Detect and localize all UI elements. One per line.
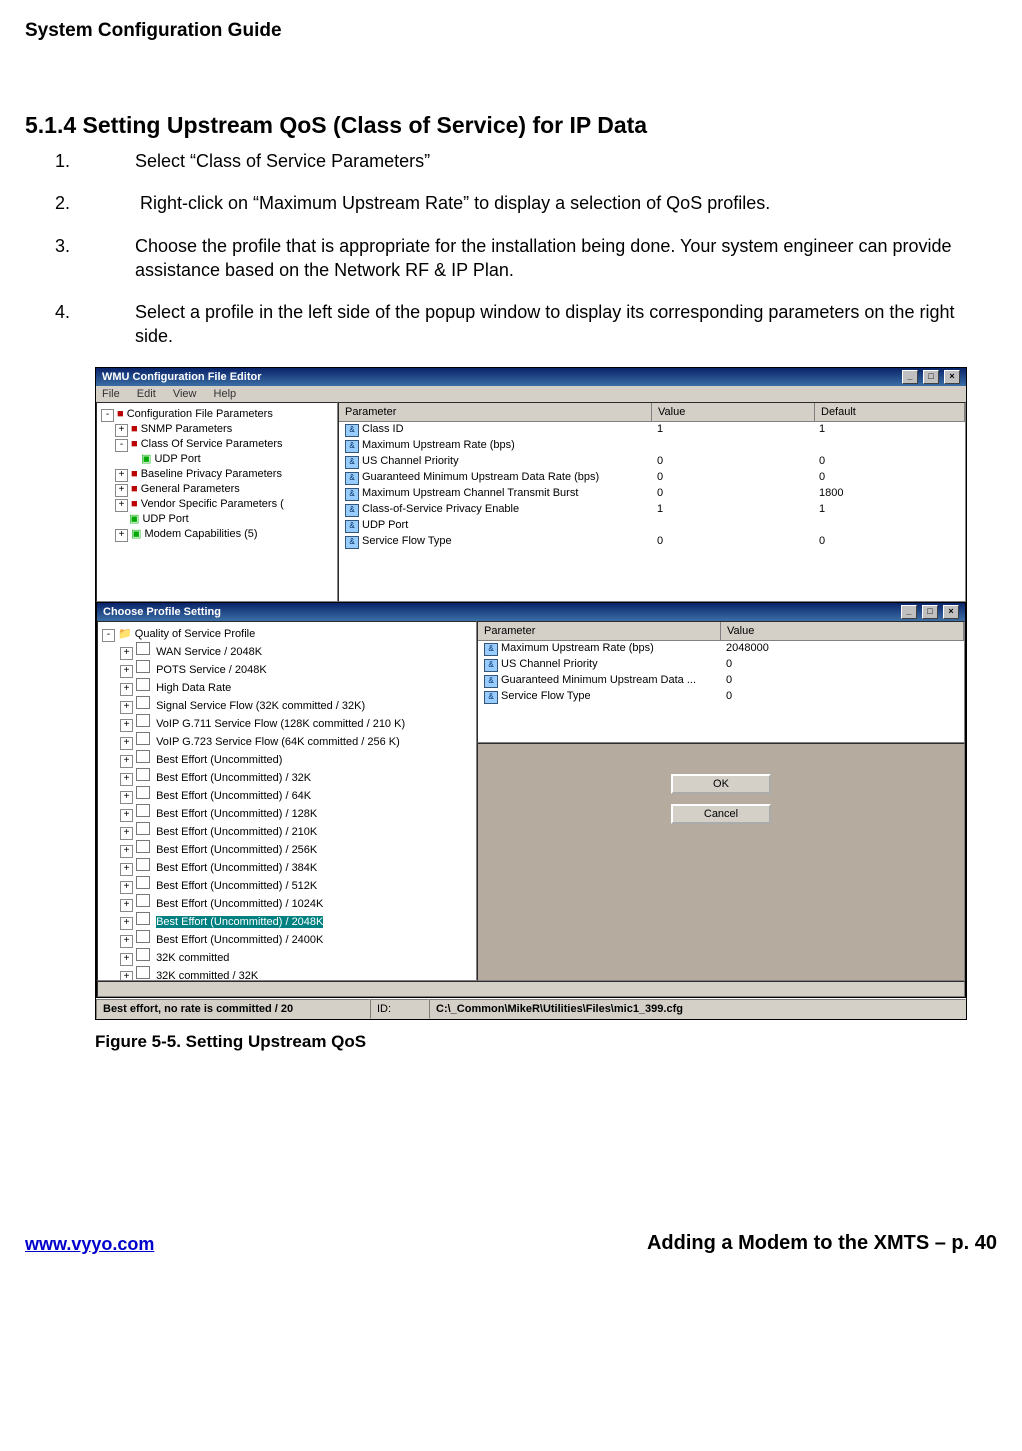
section-number: 5.1.4 <box>25 112 76 138</box>
statusbar: Best effort, no rate is committed / 20 I… <box>96 998 966 1019</box>
profile-item[interactable]: + Best Effort (Uncommitted) / 512K <box>102 876 472 894</box>
profile-item[interactable]: + VoIP G.723 Service Flow (64K committed… <box>102 732 472 750</box>
main-title: WMU Configuration File Editor <box>102 371 261 383</box>
cancel-button[interactable]: Cancel <box>671 804 771 824</box>
table-row[interactable]: &Maximum Upstream Rate (bps) <box>339 438 965 454</box>
profile-item[interactable]: + Best Effort (Uncommitted) / 64K <box>102 786 472 804</box>
profile-item[interactable]: + Best Effort (Uncommitted) / 2400K <box>102 930 472 948</box>
table-row[interactable]: &Maximum Upstream Rate (bps)2048000 <box>478 641 964 657</box>
table-row[interactable]: &US Channel Priority0 <box>478 657 964 673</box>
menu-file[interactable]: File <box>102 388 120 400</box>
profile-item[interactable]: + 32K committed <box>102 948 472 966</box>
table-row[interactable]: &Service Flow Type0 <box>478 689 964 705</box>
close-icon[interactable]: × <box>944 370 960 384</box>
status-id-label: ID: <box>370 999 429 1019</box>
window-controls[interactable]: _ □ × <box>900 370 960 384</box>
minimize-icon[interactable]: _ <box>902 370 918 384</box>
profile-item[interactable]: + Best Effort (Uncommitted) / 210K <box>102 822 472 840</box>
footer-page: Adding a Modem to the XMTS – p. 40 <box>647 1232 997 1255</box>
profile-title: Choose Profile Setting <box>103 606 221 618</box>
status-path: C:\_Common\MikeR\Utilities\Files\mic1_39… <box>429 999 966 1019</box>
profile-item[interactable]: + High Data Rate <box>102 678 472 696</box>
running-header: System Configuration Guide <box>25 20 997 42</box>
profile-item[interactable]: + Best Effort (Uncommitted) / 1024K <box>102 894 472 912</box>
param-table[interactable]: Parameter Value Default &Class ID11&Maxi… <box>338 402 966 602</box>
section-title: Setting Upstream QoS (Class of Service) … <box>83 112 648 138</box>
ok-button[interactable]: OK <box>671 774 771 794</box>
footer-url[interactable]: www.vyyo.com <box>25 1234 154 1255</box>
maximize-icon[interactable]: □ <box>922 605 938 619</box>
profile-param-table[interactable]: Parameter Value &Maximum Upstream Rate (… <box>477 621 965 743</box>
step-3: 3.Choose the profile that is appropriate… <box>95 234 997 283</box>
profile-window-controls[interactable]: _ □ × <box>899 605 959 619</box>
profile-item[interactable]: + Best Effort (Uncommitted) / 256K <box>102 840 472 858</box>
profile-item[interactable]: + POTS Service / 2048K <box>102 660 472 678</box>
step-2: 2. Right-click on “Maximum Upstream Rate… <box>95 191 997 215</box>
table-row[interactable]: &Guaranteed Minimum Upstream Data Rate (… <box>339 470 965 486</box>
menubar[interactable]: File Edit View Help <box>96 386 966 402</box>
table-row[interactable]: &UDP Port <box>339 518 965 534</box>
menu-help[interactable]: Help <box>214 388 237 400</box>
profile-item[interactable]: + WAN Service / 2048K <box>102 642 472 660</box>
profile-item[interactable]: + 32K committed / 32K <box>102 966 472 981</box>
close-icon[interactable]: × <box>943 605 959 619</box>
table-row[interactable]: &US Channel Priority00 <box>339 454 965 470</box>
status-left: Best effort, no rate is committed / 20 <box>96 999 370 1019</box>
profile-item[interactable]: + Best Effort (Uncommitted) <box>102 750 472 768</box>
step-1: 1.Select “Class of Service Parameters” <box>95 149 997 173</box>
minimize-icon[interactable]: _ <box>901 605 917 619</box>
empty-panel: OK Cancel <box>477 743 965 981</box>
config-tree[interactable]: -■ Configuration File Parameters +■ SNMP… <box>96 402 338 602</box>
screenshot: WMU Configuration File Editor _ □ × File… <box>95 367 997 1020</box>
col-value[interactable]: Value <box>652 403 815 421</box>
steps-list: 1.Select “Class of Service Parameters” 2… <box>95 149 997 349</box>
profile-item[interactable]: + Best Effort (Uncommitted) / 32K <box>102 768 472 786</box>
table-row[interactable]: &Class-of-Service Privacy Enable11 <box>339 502 965 518</box>
figure-caption: Figure 5-5. Setting Upstream QoS <box>95 1032 997 1052</box>
col-default[interactable]: Default <box>815 403 965 421</box>
profile-item[interactable]: + Best Effort (Uncommitted) / 2048K <box>102 912 472 930</box>
col-value[interactable]: Value <box>721 622 964 640</box>
section-heading: 5.1.4 Setting Upstream QoS (Class of Ser… <box>25 112 997 139</box>
step-4: 4.Select a profile in the left side of t… <box>95 300 997 349</box>
profile-titlebar[interactable]: Choose Profile Setting _ □ × <box>97 603 965 621</box>
profile-window: Choose Profile Setting _ □ × -📁 Quality … <box>96 602 966 998</box>
menu-edit[interactable]: Edit <box>137 388 156 400</box>
profile-item[interactable]: + VoIP G.711 Service Flow (128K committe… <box>102 714 472 732</box>
col-parameter[interactable]: Parameter <box>339 403 652 421</box>
table-row[interactable]: &Class ID11 <box>339 422 965 438</box>
page-footer: www.vyyo.com Adding a Modem to the XMTS … <box>25 1232 997 1255</box>
table-row[interactable]: &Maximum Upstream Channel Transmit Burst… <box>339 486 965 502</box>
profile-item[interactable]: + Best Effort (Uncommitted) / 384K <box>102 858 472 876</box>
menu-view[interactable]: View <box>173 388 197 400</box>
table-row[interactable]: &Service Flow Type00 <box>339 534 965 550</box>
main-titlebar[interactable]: WMU Configuration File Editor _ □ × <box>96 368 966 386</box>
horizontal-scrollbar[interactable] <box>97 981 965 997</box>
profile-item[interactable]: + Signal Service Flow (32K committed / 3… <box>102 696 472 714</box>
table-row[interactable]: &Guaranteed Minimum Upstream Data ...0 <box>478 673 964 689</box>
main-window: WMU Configuration File Editor _ □ × File… <box>95 367 967 1020</box>
profile-tree[interactable]: -📁 Quality of Service Profile + WAN Serv… <box>97 621 477 981</box>
profile-item[interactable]: + Best Effort (Uncommitted) / 128K <box>102 804 472 822</box>
col-parameter[interactable]: Parameter <box>478 622 721 640</box>
maximize-icon[interactable]: □ <box>923 370 939 384</box>
